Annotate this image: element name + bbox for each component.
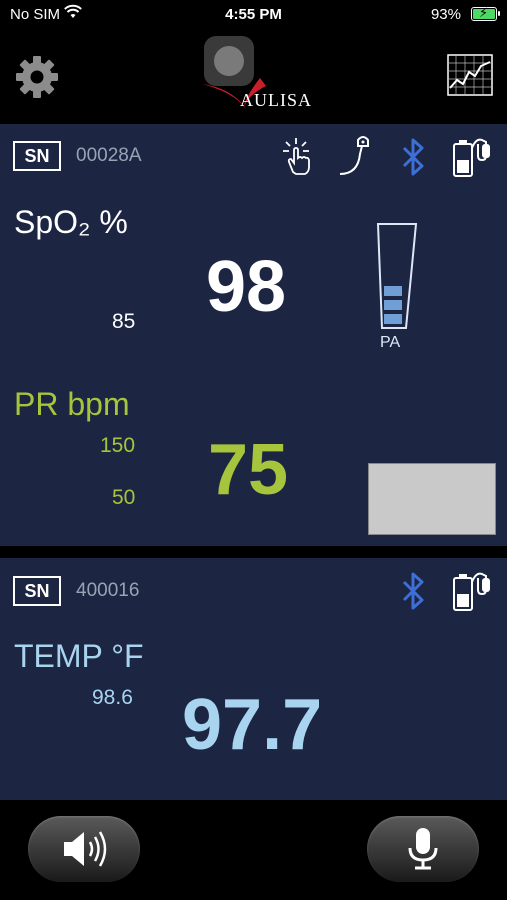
app-header: AULISA	[0, 28, 507, 124]
trend-chart-icon[interactable]	[447, 54, 493, 96]
bluetooth-icon	[402, 138, 424, 176]
spo2-label: SpO₂ %	[14, 204, 128, 240]
battery-percent: 93%	[430, 6, 461, 23]
gear-icon[interactable]	[14, 54, 60, 100]
temp-alarm: 98.6	[92, 686, 133, 709]
sensor-probe-icon	[339, 136, 369, 175]
perfusion-bar-graph	[376, 223, 418, 329]
finger-touch-icon	[283, 138, 310, 175]
speaker-button[interactable]	[28, 816, 140, 882]
status-bar: No SIM 4:55 PM 93% ⚡	[0, 0, 507, 28]
pr-reading: 75	[208, 430, 289, 510]
thermometer-panel[interactable]: SN 400016 TEMP °F 98.6 97.7	[0, 558, 507, 800]
pa-label: PA	[380, 334, 401, 351]
device-battery-icon	[453, 572, 490, 611]
pleth-waveform-preview[interactable]	[368, 463, 496, 535]
oximeter-serial: 00028A	[76, 145, 142, 166]
oximeter-panel[interactable]: SN 00028A SpO₂ % 85 98 PA PR bpm 150 50 …	[0, 124, 507, 546]
temp-label: TEMP °F	[14, 638, 144, 674]
temp-reading: 97.7	[182, 685, 323, 765]
pr-low-alarm: 50	[112, 486, 136, 509]
logo-text: AULISA	[240, 90, 312, 110]
aulisa-logo: AULISA	[196, 36, 316, 116]
spo2-low-alarm: 85	[112, 310, 136, 333]
device-battery-icon	[453, 138, 490, 177]
pr-label: PR bpm	[14, 386, 130, 422]
microphone-button[interactable]	[367, 816, 479, 882]
thermometer-serial: 400016	[76, 580, 140, 601]
speaker-icon	[64, 831, 107, 867]
spo2-reading: 98	[206, 247, 287, 327]
microphone-icon	[408, 828, 438, 870]
bluetooth-icon	[402, 572, 424, 610]
pr-high-alarm: 150	[100, 434, 136, 457]
sn-badge: SN	[13, 141, 61, 171]
bottom-bar	[0, 800, 507, 900]
battery-indicator-icon: ⚡	[471, 5, 500, 21]
sn-badge: SN	[13, 576, 61, 606]
